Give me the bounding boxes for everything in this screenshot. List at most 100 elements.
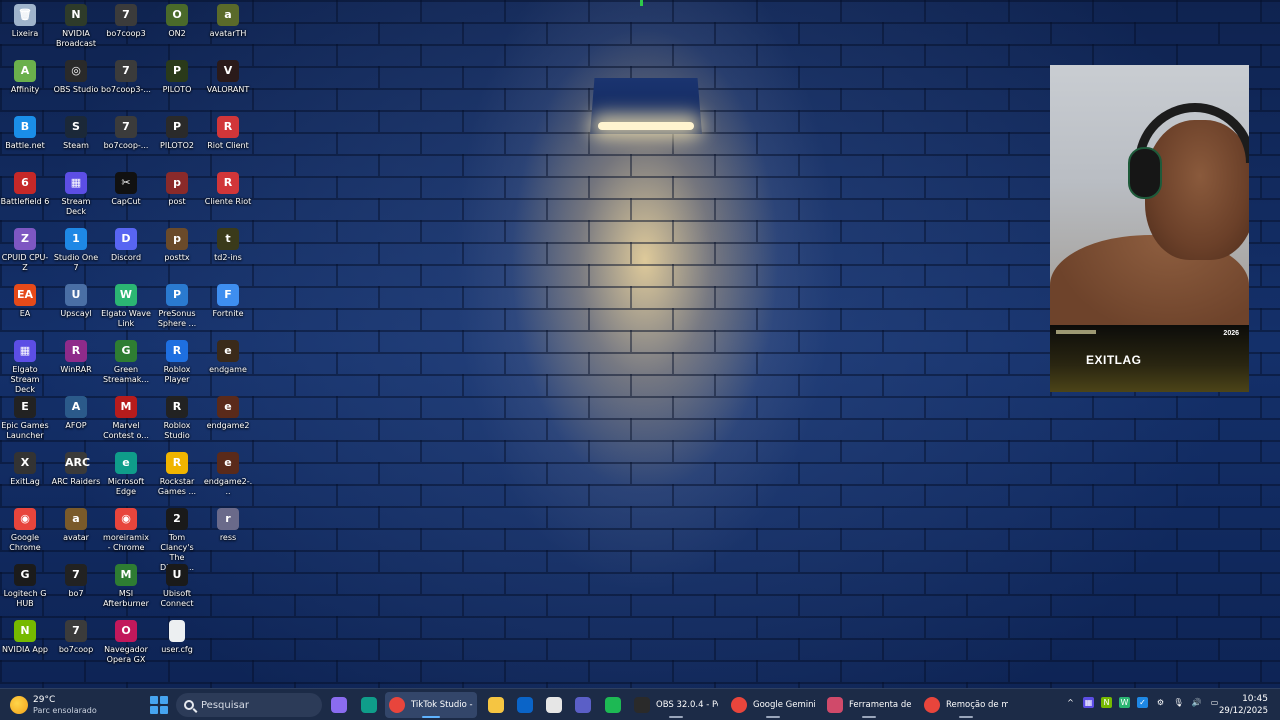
wave-link-icon: W (115, 284, 137, 306)
taskbar-app[interactable] (484, 692, 506, 718)
desktop-shortcut[interactable]: e endgame (203, 336, 253, 390)
defender-tray-icon[interactable]: ✓ (1137, 697, 1148, 708)
desktop-shortcut[interactable]: EA EA (0, 280, 50, 334)
taskbar-app[interactable]: Ferramenta de Ca (823, 692, 915, 718)
ea-icon: EA (14, 284, 36, 306)
taskbar-search[interactable]: Pesquisar (176, 693, 322, 717)
desktop-shortcut[interactable]: W Elgato Wave Link (101, 280, 151, 334)
afop-icon: A (65, 396, 87, 418)
taskbar-app[interactable] (542, 692, 564, 718)
volume-icon[interactable]: 🔊 (1191, 697, 1202, 708)
desktop-shortcut[interactable]: ▦ Elgato Stream Deck (0, 336, 50, 394)
weather-description: Parc ensolarado (33, 705, 97, 715)
desktop-shortcut[interactable]: 6 Battlefield 6 (0, 168, 50, 222)
taskbar-app-title: Remoção de marc (946, 700, 1008, 710)
weather-widget[interactable]: 29°C Parc ensolarado (10, 693, 97, 717)
desktop-shortcut[interactable]: 1 Studio One 7 (51, 224, 101, 278)
desktop-shortcut[interactable]: M MSI Afterburner (101, 560, 151, 614)
desktop-shortcut[interactable]: R Riot Client (203, 112, 253, 166)
microphone-icon[interactable]: 🎙 (1173, 697, 1184, 708)
wave-link-tray-icon[interactable]: W (1119, 697, 1130, 708)
desktop-shortcut[interactable]: 🗑 Lixeira (0, 0, 50, 54)
chevron-up-icon[interactable]: ^ (1065, 697, 1076, 708)
desktop-shortcut[interactable]: ◎ OBS Studio (51, 56, 101, 110)
desktop-shortcut-label: Green Streamak... (102, 365, 150, 384)
taskbar-app[interactable]: Google Gemini - G (727, 692, 819, 718)
desktop-shortcut[interactable]: user.cfg (152, 616, 202, 670)
desktop-shortcut[interactable]: S Steam (51, 112, 101, 166)
desktop-shortcut[interactable]: A Affinity (0, 56, 50, 110)
green-streamak-icon: G (115, 340, 137, 362)
desktop-shortcut[interactable]: p posttx (152, 224, 202, 278)
desktop-shortcut[interactable]: G Logitech G HUB (0, 560, 50, 614)
desktop-shortcut[interactable]: ARC ARC Raiders (51, 448, 101, 502)
taskbar-app[interactable]: Remoção de marc (920, 692, 1012, 718)
desktop-shortcut[interactable]: r ress (203, 504, 253, 558)
spotify-icon (605, 697, 621, 713)
desktop-shortcut[interactable]: U Ubisoft Connect (152, 560, 202, 614)
desktop-shortcut[interactable]: R Rockstar Games ... (152, 448, 202, 502)
desktop-shortcut[interactable]: R WinRAR (51, 336, 101, 390)
desktop-shortcut[interactable]: U Upscayl (51, 280, 101, 334)
taskbar-app[interactable] (571, 692, 593, 718)
desktop-shortcut[interactable]: B Battle.net (0, 112, 50, 166)
nvidia-tray-icon[interactable]: N (1101, 697, 1112, 708)
desktop-shortcut[interactable]: G Green Streamak... (101, 336, 151, 390)
desktop-shortcut[interactable]: P PILOTO2 (152, 112, 202, 166)
desktop-shortcut[interactable]: O Navegador Opera GX (101, 616, 151, 670)
taskbar-clock[interactable]: 10:45 29/12/2025 (1219, 693, 1268, 717)
taskbar-app[interactable]: OBS 32.0.4 - Perfil (630, 692, 722, 718)
desktop-shortcut-label: Elgato Stream Deck (10, 365, 40, 394)
desktop-shortcut[interactable]: 7 bo7coop (51, 616, 101, 670)
desktop-shortcut-label: Roblox Player (163, 365, 191, 384)
desktop-shortcut[interactable]: 7 bo7coop3 (101, 0, 151, 54)
desktop-shortcut[interactable]: N NVIDIA Broadcast (51, 0, 101, 54)
desktop-shortcut[interactable]: F Fortnite (203, 280, 253, 334)
desktop-shortcut[interactable]: P PreSonus Sphere ... (152, 280, 202, 334)
desktop-shortcut-label: PreSonus Sphere ... (157, 309, 197, 328)
stream-deck-tray-icon[interactable]: ▦ (1083, 697, 1094, 708)
taskbar-app[interactable] (327, 692, 349, 718)
desktop-shortcut[interactable]: X ExitLag (0, 448, 50, 502)
desktop-shortcut[interactable]: R Roblox Player (152, 336, 202, 390)
desktop-shortcut[interactable]: M Marvel Contest o... (101, 392, 151, 446)
taskbar-app[interactable] (513, 692, 535, 718)
desktop-shortcut[interactable]: e Microsoft Edge (101, 448, 151, 502)
desktop-shortcut[interactable]: 7 bo7coop-... (101, 112, 151, 166)
desktop-shortcut[interactable]: ◉ Google Chrome (0, 504, 50, 558)
desktop-shortcut[interactable]: D Discord (101, 224, 151, 278)
riot-client-icon: R (217, 116, 239, 138)
desktop-shortcut[interactable]: R Roblox Studio (152, 392, 202, 446)
desktop-shortcut[interactable]: a avatarTH (203, 0, 253, 54)
presonus-icon: P (166, 284, 188, 306)
td2-icon: t (217, 228, 239, 250)
desktop-shortcut[interactable]: Z CPUID CPU-Z (0, 224, 50, 278)
desktop-shortcut[interactable]: R Cliente Riot (203, 168, 253, 222)
desktop-shortcut[interactable]: ▦ Stream Deck (51, 168, 101, 222)
desktop-shortcut[interactable]: E Epic Games Launcher (0, 392, 50, 446)
desktop-shortcut[interactable]: a avatar (51, 504, 101, 558)
taskbar-app[interactable] (357, 692, 379, 718)
desktop-shortcut[interactable]: A AFOP (51, 392, 101, 446)
taskbar-app[interactable]: TikTok Studio - Go (385, 692, 477, 718)
desktop-shortcut[interactable]: ◉ moreiramix - Chrome (101, 504, 151, 558)
desktop-shortcut[interactable]: t td2-ins (203, 224, 253, 278)
desktop-shortcut[interactable]: 7 bo7coop3-... (101, 56, 151, 110)
desktop-shortcut[interactable]: P PILOTO (152, 56, 202, 110)
desktop-shortcut[interactable]: 2Tom Clancy's The Divisio... (152, 504, 202, 572)
desktop-shortcut[interactable]: N NVIDIA App (0, 616, 50, 670)
riot-client-icon: R (217, 172, 239, 194)
desktop-shortcut[interactable]: O ON2 (152, 0, 202, 54)
desktop-shortcut[interactable]: ✂ CapCut (101, 168, 151, 222)
start-button[interactable] (150, 696, 168, 714)
desktop-shortcut[interactable]: e endgame2-... (203, 448, 253, 502)
desktop-shortcut[interactable]: e endgame2 (203, 392, 253, 446)
desktop-shortcut[interactable]: p post (152, 168, 202, 222)
settings-tray-icon[interactable]: ⚙ (1155, 697, 1166, 708)
desktop-shortcut[interactable]: V VALORANT (203, 56, 253, 110)
desktop-shortcut[interactable]: 7 bo7 (51, 560, 101, 614)
desktop-shortcut-label: WinRAR (60, 365, 92, 374)
marvel-contest-icon: M (115, 396, 137, 418)
desktop-shortcut-label: Epic Games Launcher (1, 421, 49, 440)
taskbar-app[interactable] (601, 692, 623, 718)
